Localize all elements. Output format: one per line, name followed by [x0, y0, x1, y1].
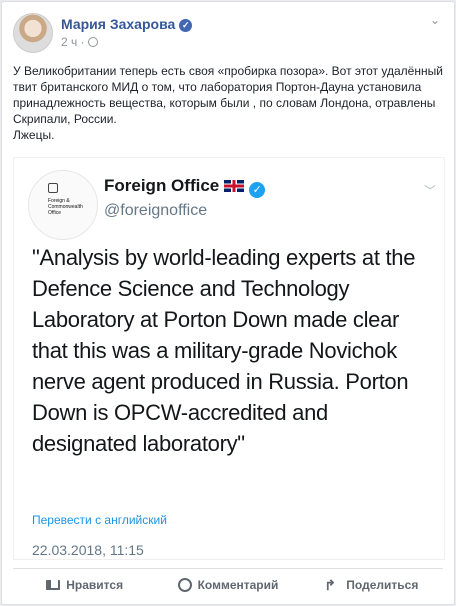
tweet-chevron-down-icon: ﹀ [423, 184, 436, 198]
share-label: Поделиться [346, 578, 419, 592]
facebook-post-card: Мария Захарова ✓ 2 ч · ⌄ У Великобритании… [1, 1, 455, 605]
comment-button[interactable]: Комментарий [156, 570, 299, 600]
tweet-account-name: Foreign Office ✓ [104, 176, 266, 198]
foreign-office-logo: Foreign & Commonwealth Office [28, 170, 98, 240]
uk-flag-icon [224, 180, 245, 192]
globe-icon [87, 37, 98, 47]
action-bar: Нравится Комментарий ↱ Поделиться [13, 570, 443, 600]
post-meta: 2 ч · [61, 35, 98, 49]
post-time[interactable]: 2 ч [61, 35, 77, 49]
share-button[interactable]: ↱ Поделиться [300, 570, 443, 600]
like-button[interactable]: Нравится [13, 570, 156, 600]
thumbs-up-icon [46, 580, 61, 590]
crest-icon [48, 183, 58, 193]
comment-label: Комментарий [197, 578, 279, 592]
tweet-screenshot[interactable]: Foreign & Commonwealth Office Foreign Of… [13, 157, 445, 560]
twitter-verified-icon: ✓ [249, 182, 266, 198]
post-header: Мария Захарова ✓ 2 ч · ⌄ [13, 13, 444, 57]
comment-icon [177, 578, 192, 592]
tweet-text: "Analysis by world-leading experts at th… [32, 245, 416, 456]
logo-text: Foreign & Commonwealth Office [48, 198, 83, 216]
account-name-text: Foreign Office [104, 176, 220, 195]
share-icon: ↱ [324, 577, 337, 593]
author-name[interactable]: Мария Захарова ✓ [61, 16, 193, 32]
tweet-handle: @foreignoffice [104, 202, 208, 219]
translate-link: Перевести с английский [32, 513, 167, 527]
author-name-text[interactable]: Мария Захарова [61, 16, 175, 32]
post-text: У Великобритании теперь есть своя «проби… [13, 64, 443, 142]
tweet-header: Foreign & Commonwealth Office Foreign Of… [22, 166, 436, 240]
verified-badge-icon: ✓ [179, 19, 193, 32]
action-divider [13, 568, 443, 569]
like-label: Нравится [66, 578, 124, 592]
post-options-chevron-icon[interactable]: ⌄ [430, 13, 444, 27]
author-avatar[interactable] [13, 13, 53, 53]
tweet-date: 22.03.2018, 11:15 [32, 542, 144, 558]
